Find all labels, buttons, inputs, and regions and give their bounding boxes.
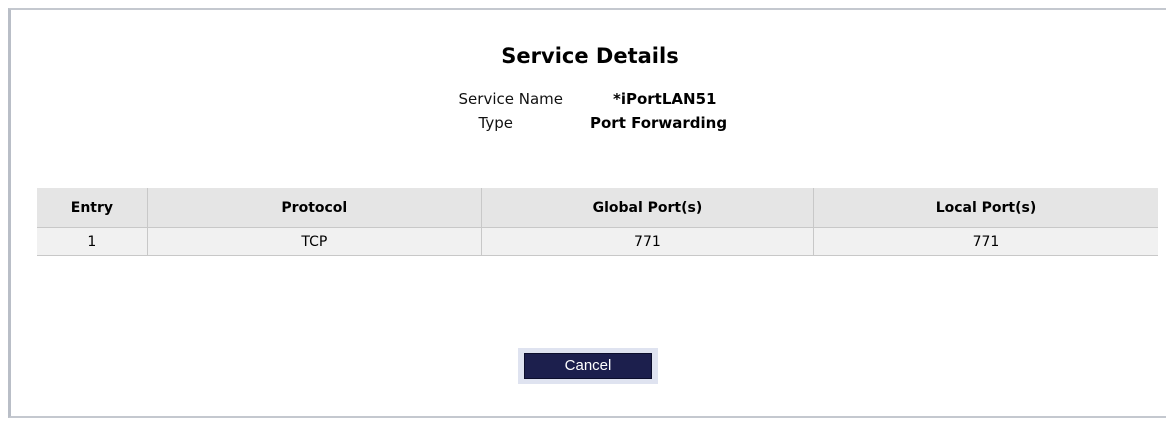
service-type-label: Type (478, 114, 513, 132)
cancel-button-frame: Cancel (518, 348, 658, 384)
column-header-entry: Entry (37, 188, 148, 228)
cell-protocol: TCP (146, 227, 482, 256)
cancel-button[interactable]: Cancel (524, 353, 652, 379)
cell-global-ports: 771 (480, 227, 814, 256)
service-name-label: Service Name (458, 90, 563, 108)
column-header-protocol: Protocol (146, 188, 482, 228)
page-title: Service Details (501, 44, 679, 68)
service-type-value: Port Forwarding (590, 114, 728, 132)
column-header-global-ports: Global Port(s) (480, 188, 814, 228)
table-header-row: Entry Protocol Global Port(s) Local Port… (37, 188, 1158, 228)
cell-local-ports: 771 (812, 227, 1158, 256)
service-details-panel: Service Details Service Name *iPortLAN51… (8, 8, 1166, 418)
cell-entry: 1 (37, 227, 148, 256)
table-row: 1 TCP 771 771 (37, 227, 1158, 256)
entries-table: Entry Protocol Global Port(s) Local Port… (37, 188, 1158, 256)
column-header-local-ports: Local Port(s) (812, 188, 1158, 228)
service-name-value: *iPortLAN51 (613, 90, 717, 108)
